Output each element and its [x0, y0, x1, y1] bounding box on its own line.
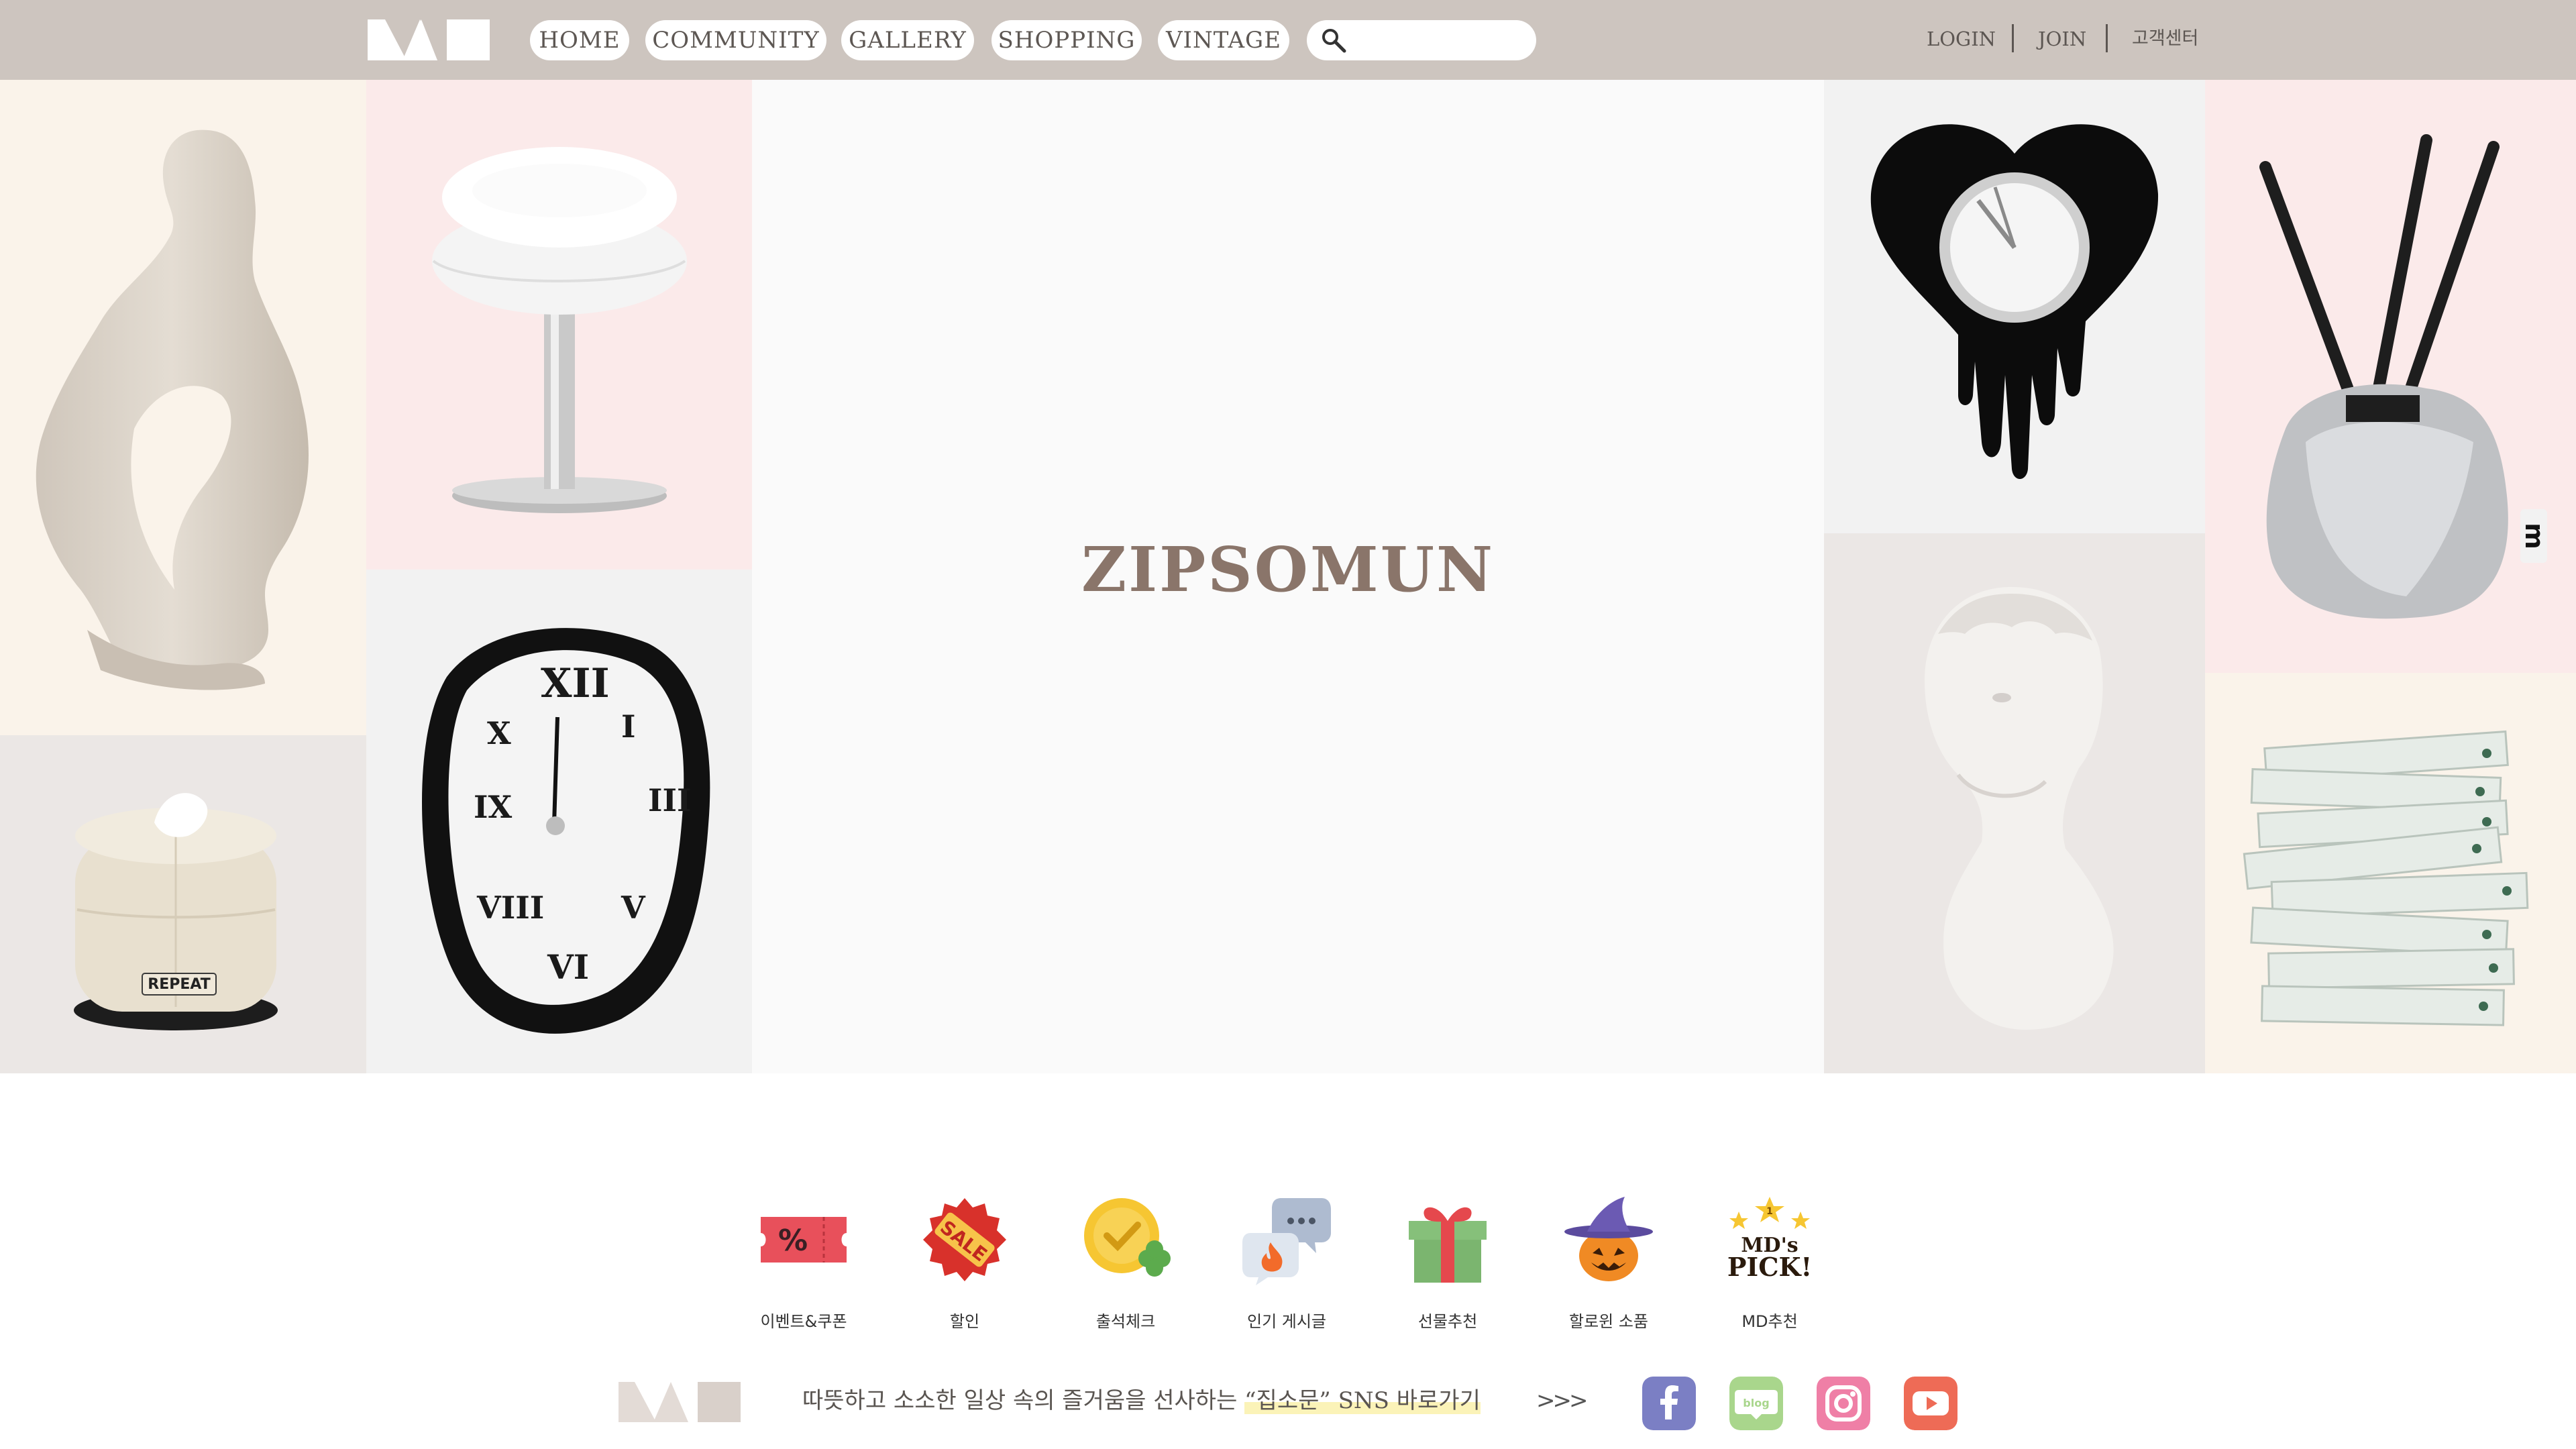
popular-post-icon	[1242, 1198, 1331, 1285]
svg-text:1: 1	[1766, 1206, 1773, 1217]
svg-text:blog: blog	[1743, 1397, 1769, 1409]
youtube-icon[interactable]	[1904, 1377, 1957, 1430]
customer-center-link[interactable]: 고객센터	[2132, 25, 2198, 52]
footer-arrows: >>>	[1536, 1387, 1588, 1414]
diffuser-image: m	[2259, 134, 2549, 619]
quick-menu-attendance[interactable]: 출석체크	[1059, 1194, 1193, 1335]
attendance-check-icon	[1084, 1198, 1171, 1277]
product-tile-bust-statue[interactable]	[1824, 533, 2205, 1073]
quick-menu-halloween[interactable]: 할로윈 소품	[1542, 1194, 1676, 1335]
md-pick-icon: 1 MD's PICK!	[1727, 1197, 1812, 1282]
product-tile-book-stack[interactable]	[2205, 673, 2576, 1073]
search-icon[interactable]	[1320, 27, 1347, 54]
svg-text:III: III	[648, 782, 692, 818]
product-tile-heart-clock[interactable]	[1824, 80, 2205, 533]
svg-text:%: %	[778, 1224, 808, 1258]
search-box	[1307, 20, 1536, 60]
top-navigation-bar: HOME COMMUNITY GALLERY SHOPPING VINTAGE …	[0, 0, 2576, 80]
quick-menu-label: 선물추천	[1417, 1312, 1478, 1331]
quick-menu-label: 인기 게시글	[1246, 1312, 1327, 1331]
nav-community[interactable]: COMMUNITY	[645, 20, 826, 60]
tissue-label-text: REPEAT	[148, 976, 210, 993]
brand-title: ZIPSOMUN	[1081, 533, 1495, 606]
footer-sns-caption: 따뜻하고 소소한 일상 속의 즐거움을 선사하는 “집소문” SNS 바로가기	[802, 1383, 1481, 1418]
product-tile-tissue-cover[interactable]: REPEAT	[0, 735, 366, 1073]
svg-text:VIII: VIII	[476, 890, 544, 926]
thinker-sculpture-image	[36, 129, 309, 690]
search-input[interactable]	[1354, 25, 1521, 55]
quick-menu-label: 할인	[949, 1312, 980, 1331]
quick-menu-label: 출석체크	[1095, 1312, 1156, 1331]
blog-icon[interactable]: blog	[1729, 1377, 1783, 1430]
util-divider	[2106, 24, 2108, 52]
heart-clock-image	[1870, 124, 2159, 480]
nav-gallery[interactable]: GALLERY	[841, 20, 974, 60]
quick-menu-sale[interactable]: SALE 할인	[898, 1194, 1032, 1335]
quick-menu-md-pick[interactable]: 1 MD's PICK! MD추천	[1703, 1194, 1837, 1335]
product-tile-lamp[interactable]	[366, 80, 752, 570]
halloween-icon	[1564, 1197, 1653, 1281]
svg-text:I: I	[621, 708, 636, 745]
svg-text:XII: XII	[541, 660, 610, 707]
svg-text:VI: VI	[547, 947, 589, 987]
hero-banner: ZIPSOMUN	[752, 80, 1824, 1073]
gift-icon	[1409, 1207, 1487, 1283]
svg-text:IX: IX	[474, 789, 513, 825]
instagram-icon[interactable]	[1817, 1377, 1870, 1430]
footer-caption-text: 따뜻하고 소소한 일상 속의 즐거움을 선사하는	[802, 1387, 1245, 1414]
footer-logo	[619, 1382, 741, 1422]
quick-menu-label: MD추천	[1741, 1312, 1798, 1331]
quick-menu-event-coupon[interactable]: % 이벤트&쿠폰	[737, 1194, 871, 1335]
facebook-icon[interactable]	[1642, 1377, 1696, 1430]
product-tile-thinker-sculpture[interactable]	[0, 80, 366, 735]
book-stack-image	[2243, 730, 2529, 1026]
svg-text:V: V	[621, 890, 646, 926]
nav-home[interactable]: HOME	[530, 20, 629, 60]
svg-text:X: X	[487, 715, 511, 751]
util-divider	[2012, 24, 2014, 52]
diffuser-label-text: m	[2520, 523, 2549, 549]
quick-menu-popular-post[interactable]: 인기 게시글	[1220, 1194, 1354, 1335]
login-link[interactable]: LOGIN	[1927, 25, 1996, 52]
quick-menu-gift[interactable]: 선물추천	[1381, 1194, 1515, 1335]
product-tile-diffuser[interactable]: m	[2205, 80, 2576, 673]
join-link[interactable]: JOIN	[2038, 25, 2086, 52]
footer-caption-highlight: “집소문” SNS 바로가기	[1244, 1387, 1481, 1414]
product-tile-melting-clock[interactable]: XII I III V VI VIII IX X	[366, 570, 752, 1073]
nav-vintage[interactable]: VINTAGE	[1158, 20, 1289, 60]
nav-shopping[interactable]: SHOPPING	[991, 20, 1142, 60]
quick-menu-label: 이벤트&쿠폰	[760, 1312, 847, 1331]
svg-text:PICK!: PICK!	[1727, 1252, 1812, 1282]
site-logo[interactable]	[368, 19, 490, 60]
bust-statue-image	[1925, 587, 2114, 1030]
tissue-cover-image: REPEAT	[74, 793, 278, 1030]
mushroom-lamp-image	[432, 147, 687, 513]
quick-menu-label: 할로윈 소품	[1568, 1312, 1649, 1331]
melting-clock-image: XII I III V VI VIII IX X	[421, 628, 710, 1034]
sale-tag-icon: SALE	[923, 1198, 1006, 1281]
coupon-icon: %	[761, 1217, 847, 1263]
